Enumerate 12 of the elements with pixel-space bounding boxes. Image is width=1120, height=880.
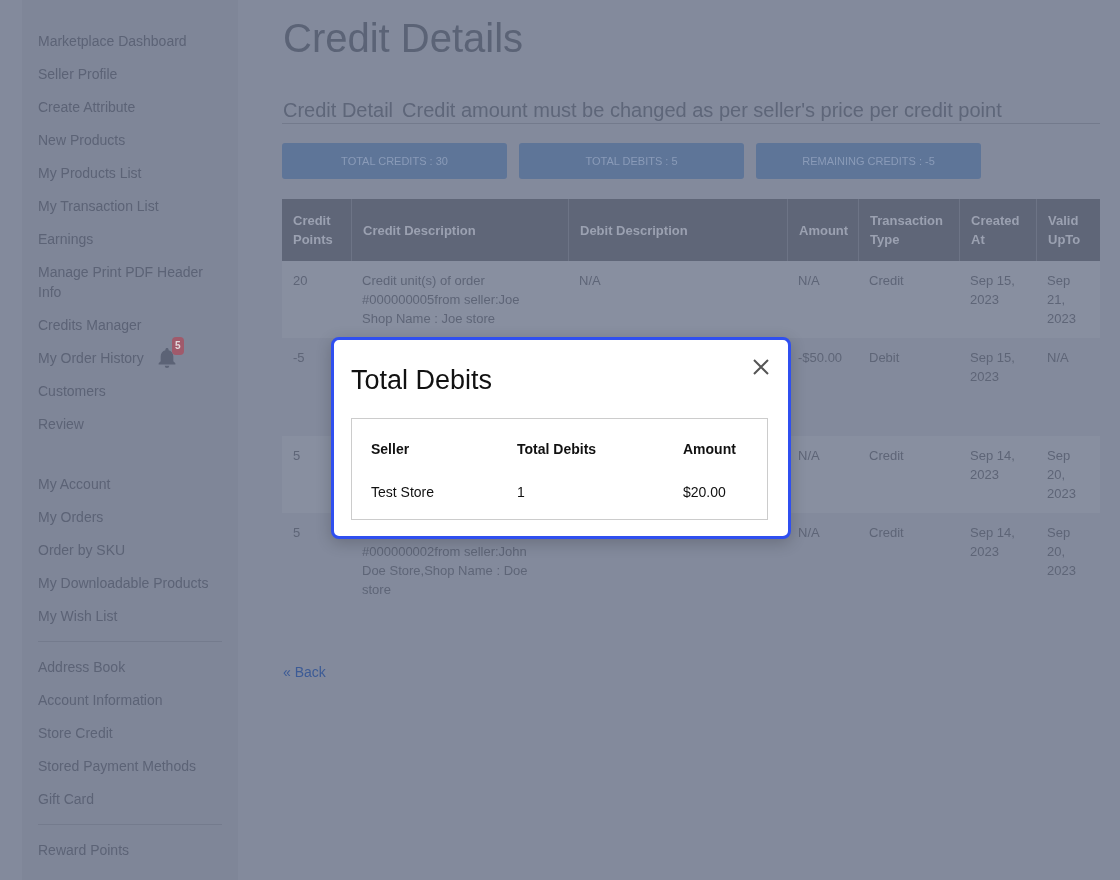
column-header: Credit Points — [292, 212, 334, 249]
notification-badge: 5 — [171, 336, 184, 355]
close-icon — [753, 359, 769, 375]
bell-icon — [157, 347, 176, 368]
column-header: Total Debits — [517, 441, 597, 457]
column-header: Seller — [371, 441, 410, 457]
back-link[interactable]: « Back — [283, 664, 326, 680]
table-cell: Test Store — [371, 484, 435, 500]
table-cell: 1 — [517, 484, 525, 500]
modal-title: Total Debits — [351, 364, 493, 396]
column-header: Amount — [683, 441, 736, 457]
table-cell: $20.00 — [683, 484, 726, 500]
